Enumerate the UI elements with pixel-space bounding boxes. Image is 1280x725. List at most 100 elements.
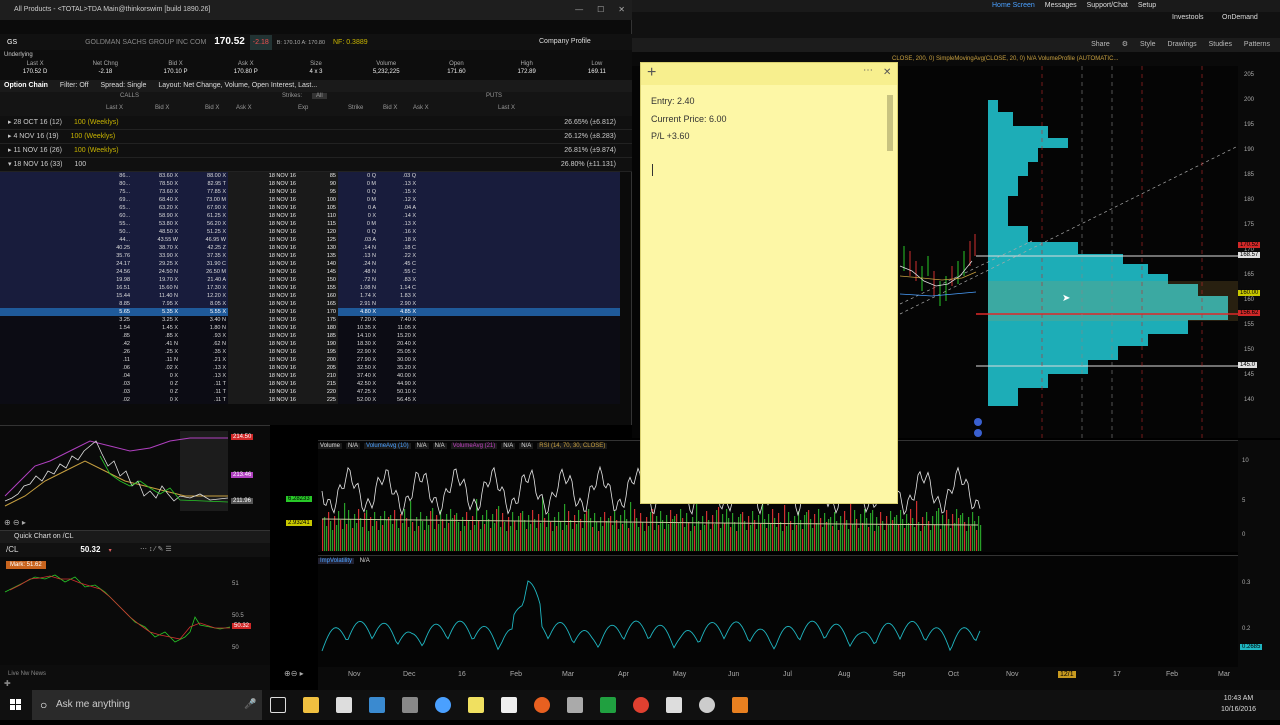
table-row[interactable]: 1.54 1.45 X 1.80 N 18 NOV 16 180 10.35 X 11.05…: [0, 324, 620, 332]
firefox-icon[interactable]: [534, 697, 550, 713]
app-icon[interactable]: [666, 697, 682, 713]
table-row[interactable]: 24.56 24.50 N 26.50 M 18 NOV 16 145 .48 N .55 …: [0, 268, 620, 276]
underlying-header[interactable]: Volume: [351, 60, 421, 68]
messages-link[interactable]: Messages: [1045, 0, 1077, 12]
gear-icon[interactable]: ⚙: [1122, 41, 1128, 48]
add-note-icon[interactable]: +: [647, 64, 656, 82]
table-row[interactable]: 16.51 15.60 N 17.30 X 18 NOV 16 155 1.08 N 1.1…: [0, 284, 620, 292]
table-row[interactable]: 65... 63.20 X 67.90 X 18 NOV 16 105 0 A .04 A: [0, 204, 620, 212]
underlying-header[interactable]: Size: [281, 60, 351, 68]
sticky-note[interactable]: + ⋯ ✕ Entry: 2.40 Current Price: 6.00 P/…: [640, 62, 898, 504]
app-icon[interactable]: [567, 697, 583, 713]
app-icon[interactable]: [699, 697, 715, 713]
share-button[interactable]: Share: [1091, 41, 1110, 48]
task-view-icon[interactable]: [270, 697, 286, 713]
close-note-icon[interactable]: ✕: [883, 67, 891, 78]
volume-study-label[interactable]: RSI (14, 70, 30, CLOSE): [537, 443, 608, 449]
sticky-note-text[interactable]: Entry: 2.40 Current Price: 6.00 P/L +3.6…: [651, 93, 727, 146]
chrome-icon[interactable]: [633, 697, 649, 713]
volume-study-label[interactable]: N/A: [414, 443, 429, 449]
maximize-icon[interactable]: ☐: [597, 5, 604, 14]
quick-chart-symbol[interactable]: /CL: [6, 545, 18, 554]
call-col-bid[interactable]: Bid X: [155, 105, 169, 111]
table-row[interactable]: 5.65 5.35 X 5.55 X 18 NOV 16 170 4.80 X 4.85 X: [0, 308, 620, 316]
underlying-header[interactable]: Bid X: [140, 60, 210, 68]
table-row[interactable]: 86... 83.60 X 88.00 X 18 NOV 16 85 0 Q .03 Q: [0, 172, 620, 180]
table-row[interactable]: .03 0 Z .11 T 18 NOV 16 220 47.25 X 50.10 X: [0, 388, 620, 396]
table-row[interactable]: 55... 53.80 X 56.20 X 18 NOV 16 115 0 M .13 X: [0, 220, 620, 228]
spread-setting[interactable]: Spread: Single: [101, 82, 147, 89]
table-row[interactable]: .06 .02 X .13 X 18 NOV 16 205 32.50 X 35.20 X: [0, 364, 620, 372]
file-explorer-icon[interactable]: [303, 697, 319, 713]
table-row[interactable]: 80... 78.50 X 82.95 T 18 NOV 16 90 0 M .13 X: [0, 180, 620, 188]
underlying-header[interactable]: Low: [562, 60, 632, 68]
support-link[interactable]: Support/Chat: [1087, 0, 1128, 12]
volume-study-label[interactable]: VolumeAvg (10): [364, 443, 411, 449]
call-col-last[interactable]: Last X: [106, 105, 123, 111]
more-options-icon[interactable]: ⋯: [863, 65, 873, 76]
volume-study-label[interactable]: N/A: [432, 443, 447, 449]
table-row[interactable]: 15.44 11.40 N 12.20 X 18 NOV 16 160 1.74 X 1.8…: [0, 292, 620, 300]
home-screen-link[interactable]: Home Screen: [992, 0, 1035, 12]
put-col-bid[interactable]: Bid X: [383, 105, 397, 111]
underlying-header[interactable]: Open: [421, 60, 491, 68]
table-row[interactable]: 24.17 29.25 X 31.90 C 18 NOV 16 140 .24 N .45 …: [0, 260, 620, 268]
patterns-button[interactable]: Patterns: [1244, 41, 1270, 48]
table-row[interactable]: .85 .85 X .93 X 18 NOV 16 185 14.10 X 15.20 X: [0, 332, 620, 340]
call-col-ask[interactable]: Ask X: [236, 105, 252, 111]
chart-tools-icon[interactable]: ⋯ ↕ ⁄ ✎ ☰: [140, 543, 172, 557]
style-button[interactable]: Style: [1140, 41, 1156, 48]
store-icon[interactable]: [336, 697, 352, 713]
news-label[interactable]: Live Nw News: [8, 671, 46, 677]
add-icon[interactable]: ✚: [4, 679, 11, 688]
exp-col[interactable]: Exp: [298, 105, 308, 111]
expiration-row-expanded[interactable]: ▾ 18 NOV 16 (33) 100 26.80% (±11.131): [0, 158, 632, 172]
table-row[interactable]: 35.76 33.90 X 37.35 X 18 NOV 16 135 .13 N .22 …: [0, 252, 620, 260]
table-row[interactable]: 3.25 3.25 X 3.40 N 18 NOV 16 175 7.20 X 7.40 X: [0, 316, 620, 324]
table-row[interactable]: 60... 58.90 X 61.25 X 18 NOV 16 110 0 X .14 X: [0, 212, 620, 220]
underlying-header[interactable]: High: [492, 60, 562, 68]
table-row[interactable]: .02 0 X .11 T 18 NOV 16 225 52.00 X 56.45 X: [0, 396, 620, 404]
volume-study-label[interactable]: N/A: [346, 443, 361, 449]
start-button[interactable]: [0, 690, 32, 720]
zoom-icon[interactable]: ⊕⊖ ▸: [284, 669, 304, 678]
browser-icon[interactable]: [435, 697, 451, 713]
zoom-icon[interactable]: ⊕ ⊖ ▸: [4, 518, 26, 527]
table-row[interactable]: .11 .11 N .21 X 18 NOV 16 200 27.90 X 30.00 X: [0, 356, 620, 364]
put-col-ask[interactable]: Ask X: [413, 105, 429, 111]
expiration-row[interactable]: ▸ 11 NOV 16 (26) 100 (Weeklys) 26.81% (±…: [0, 144, 632, 158]
investools-link[interactable]: Investools: [1172, 14, 1204, 21]
table-row[interactable]: .26 .25 X .35 X 18 NOV 16 195 22.90 X 25.05 X: [0, 348, 620, 356]
call-col-bid[interactable]: Bid X: [205, 105, 219, 111]
volume-study-label[interactable]: VolumeAvg (21): [450, 443, 498, 449]
table-row[interactable]: 75... 73.60 X 77.85 X 18 NOV 16 95 0 Q .15 X: [0, 188, 620, 196]
table-row[interactable]: 40.25 38.70 X 42.25 Z 18 NOV 16 130 .14 N .18 …: [0, 244, 620, 252]
iv-study-label[interactable]: ImpVolatility: [318, 558, 355, 564]
ondemand-link[interactable]: OnDemand: [1222, 14, 1258, 21]
system-clock[interactable]: 10:43 AM 10/16/2016: [1221, 693, 1256, 715]
underlying-header[interactable]: Ask X: [211, 60, 281, 68]
filter-setting[interactable]: Filter: Off: [60, 82, 89, 89]
underlying-header[interactable]: Net Chng: [70, 60, 140, 68]
thinkorswim-icon[interactable]: [600, 697, 616, 713]
table-row[interactable]: 50... 48.50 X 51.25 X 18 NOV 16 120 0 Q .16 X: [0, 228, 620, 236]
expiration-row[interactable]: ▸ 28 OCT 16 (12) 100 (Weeklys) 26.65% (±…: [0, 116, 632, 130]
volume-study-label[interactable]: Volume: [318, 443, 343, 449]
layout-setting[interactable]: Layout: Net Change, Volume, Open Interes…: [158, 82, 317, 89]
drawings-button[interactable]: Drawings: [1167, 41, 1196, 48]
volume-study-label[interactable]: N/A: [519, 443, 534, 449]
studies-button[interactable]: Studies: [1209, 41, 1232, 48]
table-row[interactable]: 8.85 7.95 X 8.05 X 18 NOV 16 165 2.91 N 2.90 X: [0, 300, 620, 308]
table-row[interactable]: .04 0 X .13 X 18 NOV 16 210 37.40 X 40.00 X: [0, 372, 620, 380]
table-row[interactable]: .03 0 Z .11 T 18 NOV 16 215 42.50 X 44.90 X: [0, 380, 620, 388]
minimize-icon[interactable]: —: [575, 5, 583, 14]
sticky-notes-icon[interactable]: [468, 697, 484, 713]
underlying-header[interactable]: Last X: [0, 60, 70, 68]
table-row[interactable]: 19.98 19.70 X 21.40 A 18 NOV 16 150 .72 N .83 …: [0, 276, 620, 284]
strike-col[interactable]: Strike: [348, 105, 363, 111]
put-col-last[interactable]: Last X: [498, 105, 515, 111]
table-row[interactable]: .42 .41 N .62 N 18 NOV 16 190 18.30 X 20.40 X: [0, 340, 620, 348]
close-icon[interactable]: ✕: [618, 5, 625, 14]
search-input[interactable]: ○ Ask me anything 🎤: [32, 690, 262, 720]
strikes-select[interactable]: All: [312, 93, 327, 99]
